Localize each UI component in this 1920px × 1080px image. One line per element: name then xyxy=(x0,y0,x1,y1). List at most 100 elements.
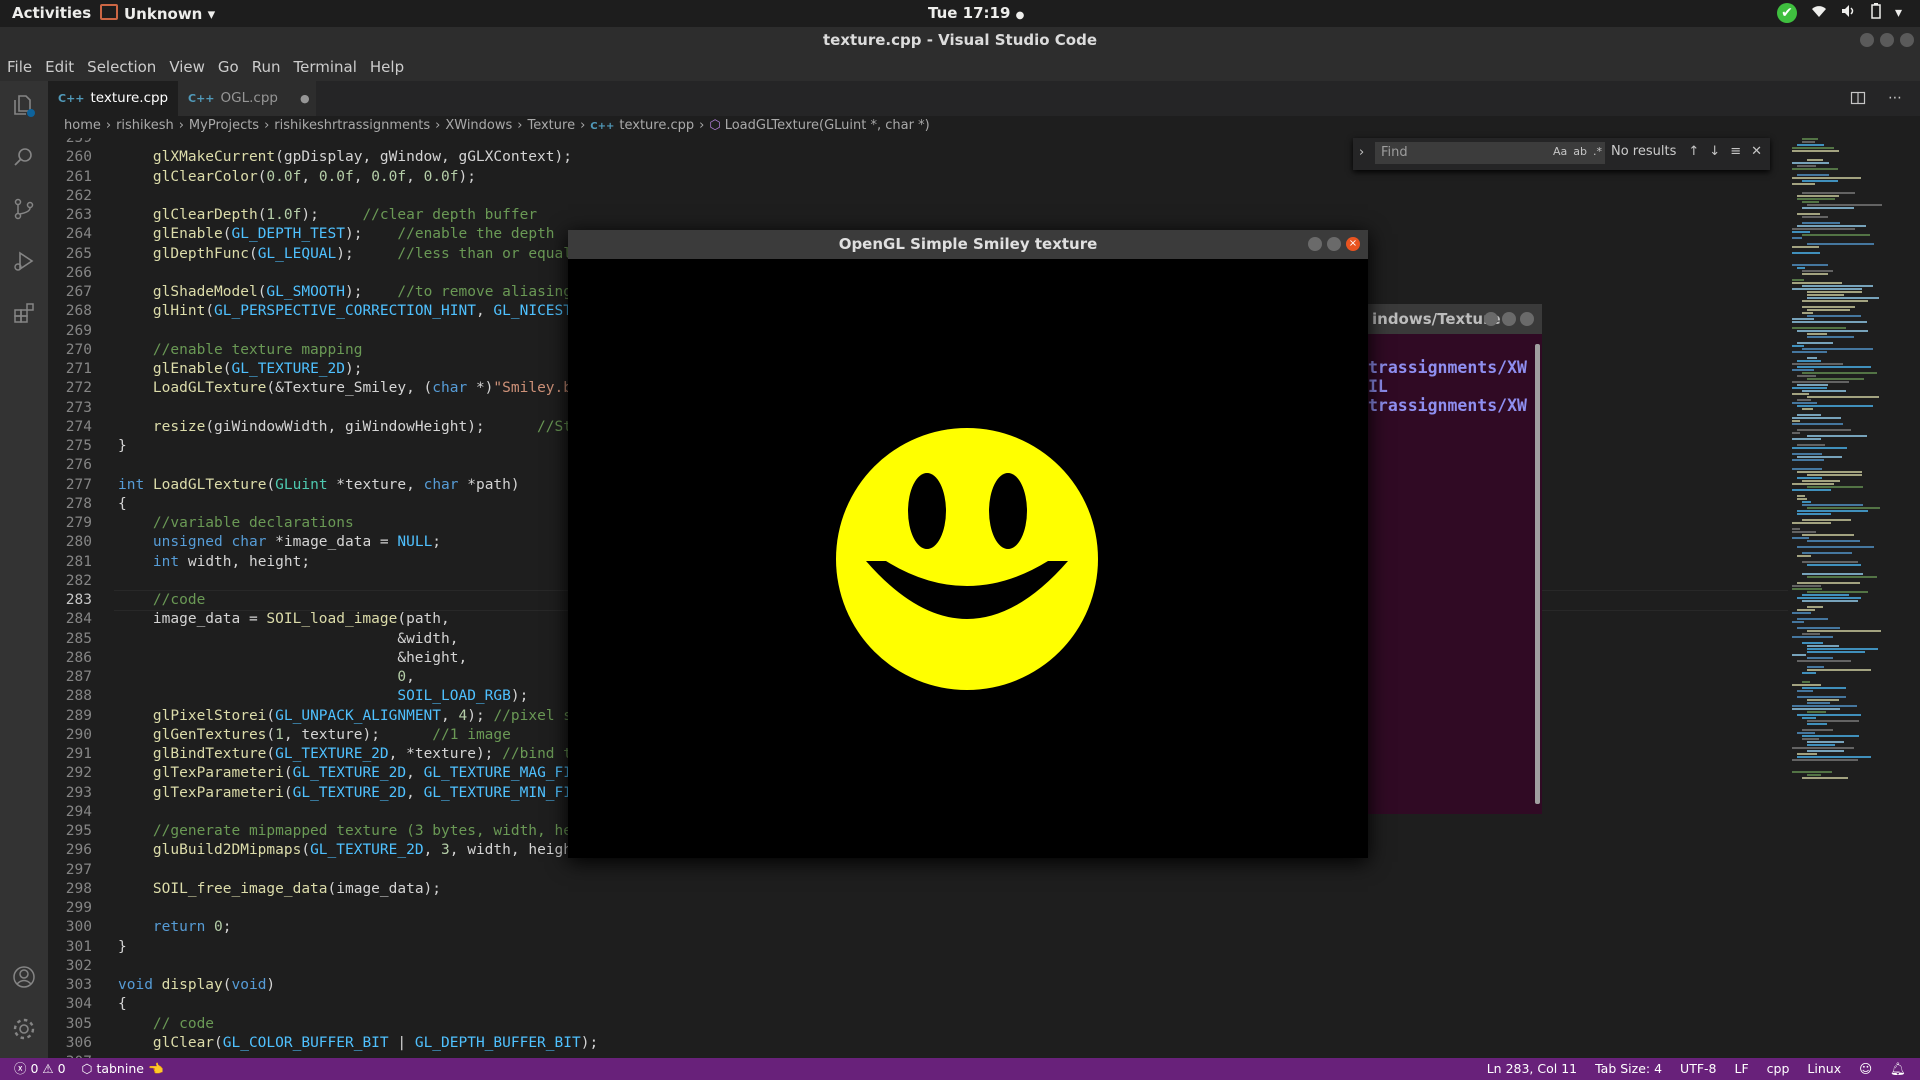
app-menu[interactable]: Unknown ▾ xyxy=(100,4,215,23)
minimap-line xyxy=(1792,321,1867,323)
minimap-line xyxy=(1797,174,1829,176)
maximize-button[interactable] xyxy=(1880,33,1894,47)
gear-icon[interactable] xyxy=(12,1017,36,1041)
breadcrumb-file[interactable]: texture.cpp xyxy=(619,118,694,133)
menu-edit[interactable]: Edit xyxy=(38,54,80,81)
minimap-line xyxy=(1792,318,1814,320)
more-actions-icon[interactable]: ⋯ xyxy=(1888,90,1902,110)
minimap-line xyxy=(1807,606,1823,608)
menu-selection[interactable]: Selection xyxy=(80,54,162,81)
search-icon[interactable] xyxy=(12,145,36,169)
language-mode[interactable]: cpp xyxy=(1767,1058,1790,1080)
minimap-line xyxy=(1792,432,1800,434)
toggle-replace-chevron-icon[interactable]: › xyxy=(1359,145,1364,160)
split-editor-icon[interactable] xyxy=(1850,90,1866,110)
terminal-window[interactable]: indows/Texture trassignments/XW IL trass… xyxy=(1368,304,1542,814)
find-in-selection-icon[interactable]: ≡ xyxy=(1730,144,1741,159)
line-number: 283 xyxy=(65,592,92,608)
code-text: glTexParameteri(GL_TEXTURE_2D, GL_TEXTUR… xyxy=(152,784,590,801)
menu-file[interactable]: File xyxy=(0,54,38,81)
maximize-button[interactable] xyxy=(1502,312,1516,326)
match-whole-word-icon[interactable]: ab xyxy=(1573,141,1587,163)
notifications-bell-icon[interactable]: 🔔︎ xyxy=(1890,1058,1906,1080)
files-icon[interactable] xyxy=(12,93,36,117)
extensions-icon[interactable] xyxy=(12,301,36,325)
minimap-line xyxy=(1807,699,1839,701)
opengl-window-title[interactable]: OpenGL Simple Smiley texture xyxy=(568,230,1368,259)
regex-icon[interactable]: .* xyxy=(1593,141,1602,163)
maximize-button[interactable] xyxy=(1327,237,1341,251)
warning-count: 0 xyxy=(57,1061,66,1076)
menu-run[interactable]: Run xyxy=(245,54,287,81)
minimap-line xyxy=(1792,345,1804,347)
smiley-left-eye xyxy=(908,473,946,549)
breadcrumb-item[interactable]: MyProjects xyxy=(189,118,259,133)
minimap-line xyxy=(1797,444,1825,446)
tab-ogl-cpp[interactable]: C++ OGL.cpp ● xyxy=(178,81,316,116)
breadcrumb-item[interactable]: XWindows xyxy=(445,118,512,133)
update-check-icon[interactable]: ✔ xyxy=(1776,3,1797,23)
platform[interactable]: Linux xyxy=(1807,1058,1841,1080)
code-text: 0, xyxy=(397,669,415,685)
menu-go[interactable]: Go xyxy=(211,54,245,81)
activities-button[interactable]: Activities xyxy=(12,4,91,22)
opengl-window[interactable]: OpenGL Simple Smiley texture × xyxy=(568,230,1368,858)
minimap[interactable] xyxy=(1788,138,1920,1058)
minimap-line xyxy=(1802,687,1846,689)
breadcrumb-symbol[interactable]: LoadGLTexture(GLuint *, char *) xyxy=(725,118,930,133)
minimap-line xyxy=(1792,684,1821,686)
battery-icon[interactable] xyxy=(1871,3,1881,23)
volume-icon[interactable] xyxy=(1841,4,1857,22)
line-number: 268 xyxy=(65,303,92,320)
account-icon[interactable] xyxy=(12,965,36,989)
close-window-button[interactable] xyxy=(1520,312,1534,326)
close-window-button[interactable]: × xyxy=(1346,237,1360,251)
menu-view[interactable]: View xyxy=(162,54,211,81)
tabnine-status[interactable]: ⬡ tabnine 👈 xyxy=(82,1058,164,1080)
tab-texture-cpp[interactable]: C++texture.cpp× xyxy=(48,81,198,116)
arrow-down-icon[interactable]: ↓ xyxy=(1709,144,1720,159)
file-encoding[interactable]: UTF-8 xyxy=(1680,1058,1716,1080)
arrow-up-icon[interactable]: ↑ xyxy=(1688,144,1699,159)
cpp-file-icon: C++ xyxy=(58,92,85,105)
minimap-line xyxy=(1797,510,1868,512)
minimize-button[interactable] xyxy=(1484,312,1498,326)
end-of-line[interactable]: LF xyxy=(1735,1058,1749,1080)
match-case-icon[interactable]: Aa xyxy=(1553,141,1567,163)
minimize-button[interactable] xyxy=(1308,237,1322,251)
close-icon[interactable]: ✕ xyxy=(1751,144,1762,159)
menu-help[interactable]: Help xyxy=(363,54,410,81)
menu-bar: File Edit Selection View Go Run Terminal… xyxy=(0,54,1920,81)
clock[interactable]: Tue 17:19 ● xyxy=(928,4,1024,22)
source-control-icon[interactable] xyxy=(12,197,36,221)
breadcrumb-item[interactable]: rishikesh xyxy=(116,118,174,133)
minimap-line xyxy=(1797,375,1816,377)
modified-dot-icon[interactable]: ● xyxy=(300,92,310,105)
feedback-icon[interactable]: ☺ xyxy=(1859,1058,1872,1080)
breadcrumb-item[interactable]: Texture xyxy=(527,118,575,133)
terminal-scrollbar[interactable] xyxy=(1535,344,1540,804)
breadcrumb-item[interactable]: rishikeshrtrassignments xyxy=(274,118,430,133)
cursor-position[interactable]: Ln 283, Col 11 xyxy=(1487,1058,1577,1080)
breadcrumb-item[interactable]: home xyxy=(64,118,101,133)
code-text: gluBuild2DMipmaps(GL_TEXTURE_2D, 3, widt… xyxy=(152,842,581,859)
power-menu-chevron-icon[interactable]: ▾ xyxy=(1895,5,1902,21)
menu-terminal[interactable]: Terminal xyxy=(287,54,363,81)
tabnine-label: tabnine xyxy=(96,1061,144,1076)
line-number: 306 xyxy=(65,1034,92,1051)
problems-indicator[interactable]: ⓧ 0 ⚠ 0 xyxy=(14,1058,66,1080)
code-text: unsigned char *image_data = NULL; xyxy=(152,534,442,551)
minimap-line xyxy=(1792,621,1804,623)
code-text: glGenTextures(1, texture); //1 image xyxy=(152,726,511,743)
minimap-line xyxy=(1797,405,1873,407)
minimize-button[interactable] xyxy=(1860,33,1874,47)
close-window-button[interactable] xyxy=(1900,33,1914,47)
minimap-line xyxy=(1802,552,1852,554)
minimap-line xyxy=(1807,507,1880,509)
run-debug-icon[interactable] xyxy=(12,249,36,273)
minimap-line xyxy=(1797,495,1805,497)
system-tray[interactable]: ✔ ▾ xyxy=(1776,3,1902,23)
wifi-icon[interactable] xyxy=(1811,4,1827,22)
opengl-canvas[interactable] xyxy=(568,259,1368,858)
tab-size[interactable]: Tab Size: 4 xyxy=(1595,1058,1662,1080)
